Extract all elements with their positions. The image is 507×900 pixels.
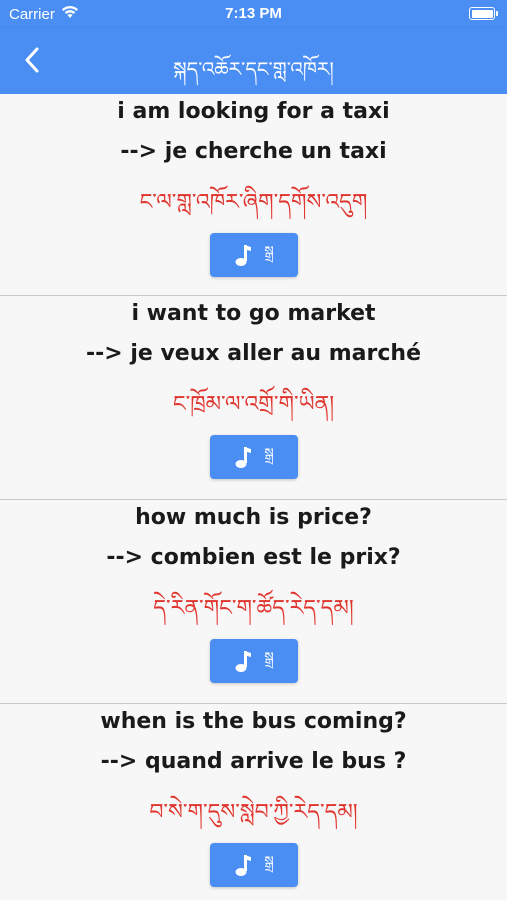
navigation-bar: སྐད་འཆོར་དང་གླ་འཁོར། bbox=[0, 28, 507, 94]
play-button-label: སྒྲ bbox=[264, 244, 274, 260]
phrase-card: when is the bus coming? --> quand arrive… bbox=[0, 704, 507, 900]
music-note-icon bbox=[235, 651, 252, 672]
french-translation: --> je veux aller au marché bbox=[85, 341, 422, 366]
tibetan-translation: དེ་རིན་གོང་ག་ཚོད་རེད་དམ། bbox=[153, 596, 354, 621]
tibetan-translation: བ་སེ་ག་དུས་སླེབ་ཀྱི་རེད་དམ། bbox=[149, 800, 358, 825]
music-note-icon bbox=[235, 447, 252, 468]
phrase-list: i am looking for a taxi --> je cherche u… bbox=[0, 94, 507, 900]
music-note-icon bbox=[235, 855, 252, 876]
english-phrase: i am looking for a taxi bbox=[117, 99, 390, 124]
play-audio-button[interactable]: སྒྲ bbox=[210, 843, 298, 887]
french-translation: --> je cherche un taxi bbox=[120, 139, 387, 164]
music-note-icon bbox=[235, 245, 252, 266]
english-phrase: i want to go market bbox=[131, 301, 376, 326]
status-bar: Carrier 7:13 PM bbox=[0, 0, 507, 28]
tibetan-translation: ང་ཁྲོམ་ལ་འགྲོ་གི་ཡིན། bbox=[172, 392, 335, 417]
french-translation: --> combien est le prix? bbox=[106, 545, 401, 570]
play-audio-button[interactable]: སྒྲ bbox=[210, 639, 298, 683]
play-button-label: སྒྲ bbox=[264, 650, 274, 666]
play-button-label: སྒྲ bbox=[264, 446, 274, 462]
phrase-card: how much is price? --> combien est le pr… bbox=[0, 500, 507, 704]
english-phrase: how much is price? bbox=[135, 505, 372, 530]
french-translation: --> quand arrive le bus ? bbox=[100, 749, 407, 774]
phrase-card: i am looking for a taxi --> je cherche u… bbox=[0, 94, 507, 296]
play-button-label: སྒྲ bbox=[264, 854, 274, 870]
english-phrase: when is the bus coming? bbox=[100, 709, 407, 734]
play-audio-button[interactable]: སྒྲ bbox=[210, 435, 298, 479]
phrase-card: i want to go market --> je veux aller au… bbox=[0, 296, 507, 500]
play-audio-button[interactable]: སྒྲ bbox=[210, 233, 298, 277]
status-time: 7:13 PM bbox=[225, 5, 282, 22]
battery-icon bbox=[469, 7, 498, 20]
tibetan-translation: ང་ལ་གླ་འཁོར་ཞིག་དགོས་འདུག bbox=[139, 190, 368, 215]
